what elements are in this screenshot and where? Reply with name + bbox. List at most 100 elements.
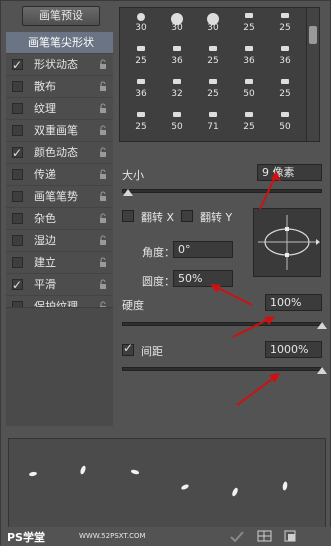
lock-icon[interactable] <box>99 213 107 223</box>
brush-tip-icon <box>245 46 253 51</box>
sidebar-item-checkbox[interactable] <box>12 257 23 268</box>
sidebar-item-label: 形状动态 <box>34 58 78 71</box>
size-slider-track[interactable] <box>122 189 322 193</box>
sidebar-item-checkbox[interactable] <box>12 55 23 76</box>
lock-icon[interactable] <box>99 235 107 245</box>
brush-ellipse-icon <box>258 215 320 270</box>
sidebar-item[interactable]: 杂色 <box>6 208 113 230</box>
brush-tip-cell[interactable]: 25 <box>123 111 159 132</box>
brush-tip-cell[interactable]: 50 <box>231 78 267 99</box>
brush-tip-cell[interactable]: 36 <box>231 45 267 66</box>
brush-tip-cell[interactable]: 25 <box>267 12 303 33</box>
lock-icon[interactable] <box>99 191 107 201</box>
spacing-slider-track[interactable] <box>122 367 322 371</box>
scroll-thumb[interactable] <box>309 26 317 44</box>
brush-tip-cell[interactable]: 36 <box>159 45 195 66</box>
sidebar-item-checkbox[interactable] <box>12 213 23 224</box>
brush-tip-icon <box>137 79 145 84</box>
brush-tip-cell[interactable]: 71 <box>195 111 231 132</box>
brush-tip-icon <box>245 79 253 84</box>
brush-tip-cell[interactable]: 30 <box>195 12 231 33</box>
sidebar-item-label: 湿边 <box>34 234 56 247</box>
spacing-slider-thumb[interactable] <box>317 367 327 374</box>
brush-tip-cell[interactable]: 25 <box>267 78 303 99</box>
size-slider-thumb[interactable] <box>123 189 133 196</box>
lock-icon[interactable] <box>99 81 107 91</box>
sidebar-item[interactable]: 传递 <box>6 164 113 186</box>
brush-tip-cell[interactable]: 25 <box>231 111 267 132</box>
sidebar-item[interactable]: 建立 <box>6 252 113 274</box>
lock-icon[interactable] <box>99 169 107 179</box>
sidebar-item[interactable]: 散布 <box>6 76 113 98</box>
sidebar-item[interactable]: 画笔笔尖形状 <box>6 32 113 54</box>
brush-tip-size: 36 <box>135 89 147 99</box>
brush-tip-size: 30 <box>207 23 219 33</box>
sidebar-item-checkbox[interactable] <box>12 125 23 136</box>
sidebar-item-checkbox[interactable] <box>12 275 23 296</box>
sidebar-item[interactable]: 颜色动态 <box>6 142 113 164</box>
brush-presets-button[interactable]: 画笔预设 <box>22 6 100 26</box>
brush-tip-cell[interactable]: 36 <box>123 78 159 99</box>
toggle-live-tip-icon[interactable] <box>229 530 245 542</box>
brush-tip-cell[interactable] <box>267 144 303 148</box>
hardness-field[interactable]: 100% <box>265 294 322 311</box>
sidebar-item-label: 杂色 <box>34 212 56 225</box>
angle-field[interactable]: 0° <box>173 241 233 258</box>
brush-tip-cell[interactable]: 32 <box>159 78 195 99</box>
lock-icon[interactable] <box>99 279 107 289</box>
sidebar-item-label: 平滑 <box>34 278 56 291</box>
spacing-checkbox[interactable] <box>122 341 134 356</box>
sidebar-item[interactable]: 形状动态 <box>6 54 113 76</box>
sidebar-item[interactable]: 湿边 <box>6 230 113 252</box>
brush-tip-grid[interactable]: 30 30 30 25 25 25 36 25 36 36 36 32 25 50 25 25 50 71 25 50 <box>119 7 307 142</box>
brush-tip-cell[interactable]: 30 <box>159 12 195 33</box>
sidebar-item-checkbox[interactable] <box>12 191 23 202</box>
angle-label: 角度： <box>142 246 175 259</box>
flip-y-checkbox[interactable] <box>181 210 193 222</box>
brush-tip-icon <box>245 112 253 117</box>
lock-icon[interactable] <box>99 257 107 267</box>
spacing-field[interactable]: 1000% <box>265 341 322 358</box>
brush-tip-cell[interactable] <box>231 144 267 148</box>
sidebar-item[interactable]: 画笔笔势 <box>6 186 113 208</box>
sidebar-item[interactable]: 双重画笔 <box>6 120 113 142</box>
sidebar-item-checkbox[interactable] <box>12 235 23 246</box>
brush-tip-icon <box>281 13 289 18</box>
brush-tip-cell[interactable]: 50 <box>267 111 303 132</box>
flip-x-checkbox[interactable] <box>122 210 134 222</box>
lock-icon[interactable] <box>99 103 107 113</box>
sidebar-item-checkbox[interactable] <box>12 143 23 164</box>
annotation-arrow-hardness <box>232 316 275 338</box>
watermark-right: WWW.52PSXT.COM <box>79 532 146 540</box>
brush-tip-cell[interactable] <box>159 144 195 148</box>
sidebar-item-checkbox[interactable] <box>12 169 23 180</box>
lock-icon[interactable] <box>99 59 107 69</box>
brush-tip-cell[interactable]: 25 <box>123 45 159 66</box>
grid-view-icon[interactable] <box>257 529 273 543</box>
brush-grid-scrollbar[interactable] <box>306 7 320 142</box>
brush-tip-size: 50 <box>243 89 255 99</box>
size-label: 大小 <box>122 169 144 182</box>
brush-tip-cell[interactable] <box>123 144 159 148</box>
lock-icon[interactable] <box>99 147 107 157</box>
sidebar-item[interactable]: 纹理 <box>6 98 113 120</box>
brush-tip-cell[interactable]: 25 <box>195 45 231 66</box>
hardness-slider-track[interactable] <box>122 322 322 326</box>
hardness-slider-thumb[interactable] <box>317 322 327 329</box>
brush-tip-cell[interactable]: 36 <box>267 45 303 66</box>
brush-tip-cell[interactable] <box>195 144 231 148</box>
brush-tip-cell[interactable]: 50 <box>159 111 195 132</box>
new-brush-icon[interactable] <box>283 529 297 543</box>
sidebar-item-label: 纹理 <box>34 102 56 115</box>
lock-icon[interactable] <box>99 125 107 135</box>
brush-tip-cell[interactable]: 30 <box>123 12 159 33</box>
brush-tip-size: 25 <box>279 23 291 33</box>
angle-roundness-preview[interactable] <box>253 208 321 277</box>
sidebar-item[interactable]: 平滑 <box>6 274 113 296</box>
brush-tip-cell[interactable]: 25 <box>195 78 231 99</box>
brush-tip-icon <box>137 112 145 117</box>
sidebar-item-checkbox[interactable] <box>12 103 23 114</box>
brush-tip-icon <box>281 112 289 117</box>
sidebar-item-checkbox[interactable] <box>12 81 23 92</box>
brush-tip-cell[interactable]: 25 <box>231 12 267 33</box>
